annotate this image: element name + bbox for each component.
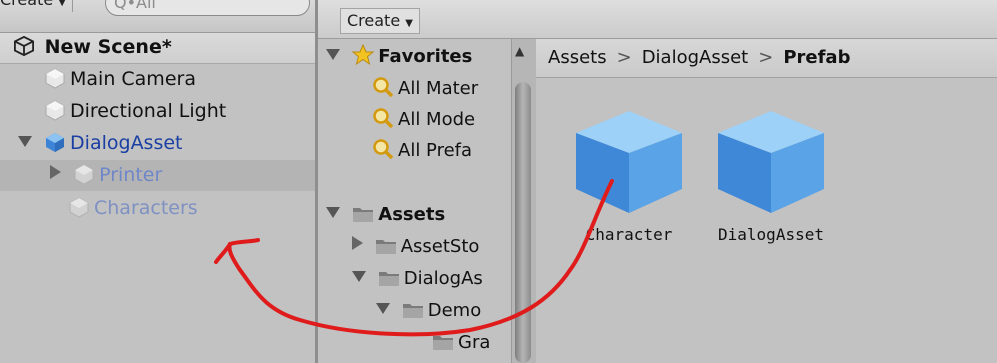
hierarchy-item-characters[interactable]: Characters: [68, 193, 198, 224]
folder-icon: [353, 208, 374, 222]
project-create-button[interactable]: Create ▼: [340, 8, 420, 34]
asset-tile-dialogasset[interactable]: DialogAsset: [706, 105, 836, 244]
tree-item-label: All Mater: [398, 78, 479, 99]
prefab-cube-icon: [576, 111, 682, 213]
tree-item-label: All Prefa: [398, 140, 473, 161]
star-icon: [352, 44, 375, 66]
breadcrumb-item[interactable]: DialogAsset: [642, 39, 749, 77]
tree-item-assetstore[interactable]: AssetSto: [352, 232, 479, 262]
collapse-arrow-icon[interactable]: [50, 165, 62, 179]
hierarchy-item-label: Printer: [99, 164, 163, 186]
hierarchy-item-label: Characters: [94, 197, 198, 219]
project-folder-tree: Favorites All Mater All Mode All Prefa A…: [318, 39, 511, 363]
expand-arrow-icon[interactable]: [18, 136, 32, 147]
expand-arrow-icon[interactable]: [326, 49, 340, 60]
search-icon: [373, 77, 394, 98]
search-icon: [373, 139, 394, 160]
tree-item-label: All Mode: [398, 109, 476, 130]
tree-item-favorite[interactable]: All Prefa: [372, 136, 472, 166]
hierarchy-search-placeholder: Q•All: [114, 0, 156, 12]
hierarchy-item-printer[interactable]: Printer: [0, 160, 315, 191]
hierarchy-create-label: Create: [0, 0, 53, 9]
hierarchy-toolbar: Create ▼ Q•All: [0, 0, 315, 33]
hierarchy-item-dialogasset[interactable]: DialogAsset: [18, 128, 183, 159]
tree-item-demo[interactable]: Demo: [376, 296, 481, 326]
breadcrumb-item[interactable]: Assets: [536, 39, 607, 77]
expand-arrow-icon[interactable]: [352, 271, 366, 282]
gameobject-icon: [74, 164, 94, 185]
folder-icon: [375, 240, 396, 254]
project-create-label: Create: [347, 11, 401, 30]
breadcrumb: Assets > DialogAsset > Prefab: [536, 39, 997, 78]
tree-item-label: Demo: [427, 300, 482, 321]
tree-item-label: Favorites: [378, 46, 473, 67]
dropdown-arrow-icon: ▼: [58, 0, 66, 8]
hierarchy-item-main-camera[interactable]: Main Camera: [44, 64, 196, 95]
hierarchy-item-label: Directional Light: [70, 100, 227, 122]
gameobject-icon: [45, 68, 65, 89]
scroll-up-arrow-icon[interactable]: ▲: [515, 44, 524, 58]
tree-scrollbar-thumb[interactable]: [515, 82, 531, 363]
tree-item-label: DialogAs: [403, 268, 483, 289]
tree-item-favorites[interactable]: Favorites: [326, 42, 472, 72]
asset-tile-character[interactable]: Character: [564, 105, 694, 244]
tree-item-label: Assets: [378, 204, 446, 225]
hierarchy-create-button[interactable]: Create ▼: [0, 0, 73, 12]
scene-row[interactable]: New Scene*: [0, 33, 315, 64]
tree-item-favorite[interactable]: All Mode: [372, 105, 475, 135]
unity-scene-icon: [14, 36, 34, 56]
hierarchy-item-label: DialogAsset: [70, 132, 183, 154]
tree-item-label: AssetSto: [400, 236, 480, 257]
folder-icon: [378, 272, 399, 286]
search-icon: [373, 108, 394, 129]
hierarchy-search-input[interactable]: Q•All: [105, 0, 310, 16]
collapse-arrow-icon[interactable]: [352, 236, 363, 250]
prefab-cube-icon: [718, 111, 824, 213]
hierarchy-panel: Create ▼ Q•All New Scene* Main Camera Di…: [0, 0, 315, 363]
project-toolbar: Create ▼: [318, 0, 997, 39]
tree-item-dialogasset[interactable]: DialogAs: [352, 264, 483, 294]
chevron-right-icon: >: [616, 47, 632, 68]
tree-item-assets[interactable]: Assets: [326, 200, 445, 230]
gameobject-icon: [45, 100, 65, 121]
hierarchy-item-label: Main Camera: [70, 68, 196, 90]
asset-label: Character: [585, 225, 673, 244]
folder-icon: [402, 304, 423, 318]
breadcrumb-item-current[interactable]: Prefab: [783, 39, 850, 77]
dropdown-arrow-icon: ▼: [405, 18, 413, 29]
asset-label: DialogAsset: [718, 225, 824, 244]
prefab-icon: [46, 133, 65, 152]
tree-item-label: Gra: [458, 332, 491, 353]
hierarchy-item-directional-light[interactable]: Directional Light: [44, 96, 226, 127]
tree-item-favorite[interactable]: All Mater: [372, 74, 478, 104]
expand-arrow-icon[interactable]: [326, 207, 340, 218]
expand-arrow-icon[interactable]: [376, 303, 390, 314]
folder-icon: [433, 336, 453, 350]
tree-item-gra[interactable]: Gra: [432, 328, 490, 358]
chevron-right-icon: >: [758, 47, 774, 68]
gameobject-icon: [69, 197, 89, 218]
scene-label: New Scene*: [44, 36, 172, 58]
